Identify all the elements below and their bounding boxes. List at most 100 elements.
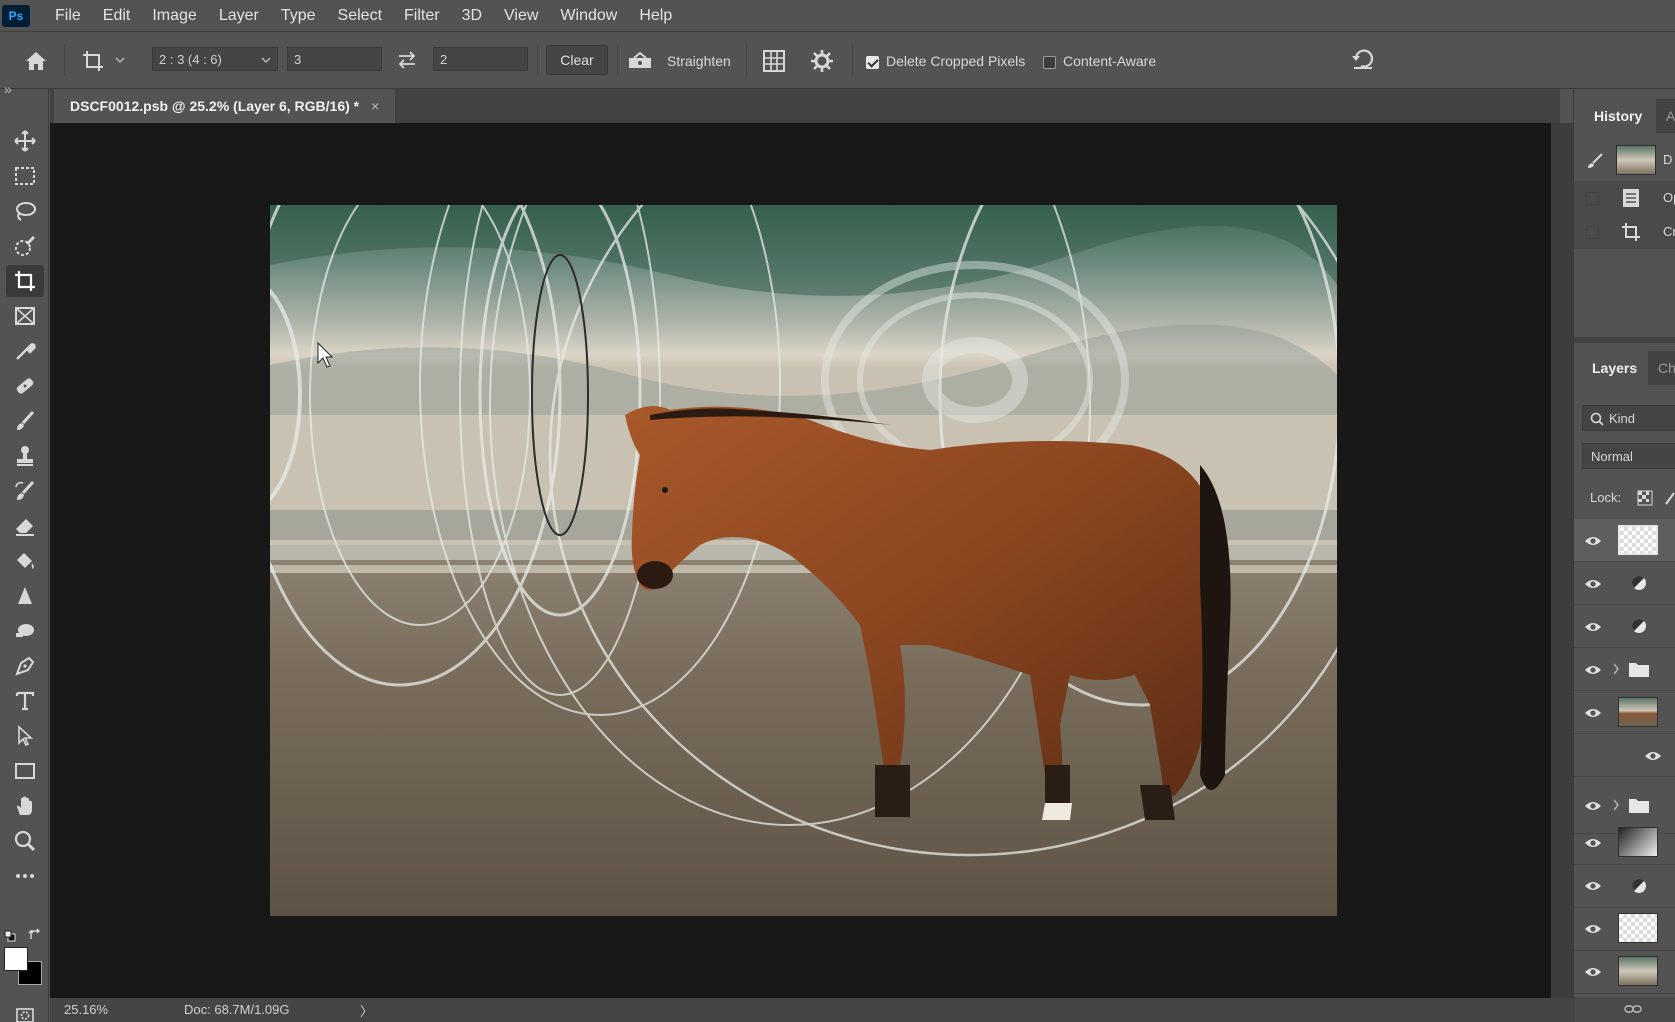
foreground-color-swatch[interactable] <box>4 947 28 971</box>
layer-row[interactable] <box>1574 951 1675 994</box>
adjustment-layer-icon <box>1632 879 1646 893</box>
menu-3d[interactable]: 3D <box>451 0 493 31</box>
crop-tool-preset-icon[interactable] <box>78 46 108 76</box>
layer-row[interactable] <box>1574 648 1675 691</box>
layer-row[interactable] <box>1574 734 1675 777</box>
more-tools-icon[interactable] <box>6 860 44 892</box>
layer-row[interactable] <box>1574 908 1675 951</box>
lock-transparency-icon[interactable] <box>1637 490 1653 506</box>
chevron-down-icon[interactable] <box>114 52 126 68</box>
menu-filter[interactable]: Filter <box>393 0 451 31</box>
tab-history-next[interactable]: A <box>1666 108 1675 124</box>
swap-icon[interactable] <box>394 47 420 73</box>
menu-file[interactable]: File <box>44 0 92 31</box>
layer-row[interactable] <box>1574 519 1675 562</box>
link-layers-icon[interactable] <box>1624 1003 1642 1015</box>
menu-window[interactable]: Window <box>549 0 628 31</box>
crop-tool-icon[interactable] <box>6 265 44 297</box>
photoshop-logo: Ps <box>2 4 30 27</box>
blur-tool-icon[interactable] <box>6 580 44 612</box>
tab-history[interactable]: History <box>1594 108 1642 124</box>
quick-selection-tool-icon[interactable] <box>6 230 44 262</box>
ratio-width-input[interactable]: 3 <box>287 47 382 71</box>
vertical-scrollbar[interactable] <box>1551 123 1573 998</box>
eye-icon[interactable] <box>1584 663 1602 677</box>
history-item[interactable]: Op <box>1574 181 1675 215</box>
eye-icon[interactable] <box>1584 620 1602 634</box>
eye-icon[interactable] <box>1584 922 1602 936</box>
straighten-label[interactable]: Straighten <box>667 51 731 71</box>
history-brush-tool-icon[interactable] <box>6 475 44 507</box>
default-colors-icon[interactable] <box>4 929 16 942</box>
status-menu-arrow[interactable]: 〉 <box>360 1001 373 1020</box>
menu-image[interactable]: Image <box>141 0 207 31</box>
healing-brush-tool-icon[interactable] <box>6 370 44 402</box>
paint-bucket-tool-icon[interactable] <box>6 545 44 577</box>
pen-tool-icon[interactable] <box>6 650 44 682</box>
eyedropper-tool-icon[interactable] <box>6 335 44 367</box>
menu-help[interactable]: Help <box>628 0 683 31</box>
canvas-image[interactable] <box>270 205 1337 916</box>
history-item[interactable]: D <box>1574 143 1675 177</box>
frame-tool-icon[interactable] <box>6 300 44 332</box>
document-tab[interactable]: DSCF0012.psb @ 25.2% (Layer 6, RGB/16) *… <box>54 89 396 123</box>
layer-row[interactable] <box>1574 822 1675 865</box>
collapse-toolbar-icon[interactable]: » <box>4 81 12 97</box>
layer-row[interactable] <box>1574 865 1675 908</box>
tab-channels[interactable]: Ch <box>1658 360 1675 376</box>
swap-colors-icon[interactable] <box>28 927 42 941</box>
history-item[interactable]: Cr <box>1574 215 1675 249</box>
content-aware-checkbox[interactable] <box>1043 56 1056 69</box>
history-source-box[interactable] <box>1586 226 1599 239</box>
eye-icon[interactable] <box>1584 577 1602 591</box>
eye-icon[interactable] <box>1584 879 1602 893</box>
zoom-tool-icon[interactable] <box>6 825 44 857</box>
eye-icon[interactable] <box>1584 799 1602 813</box>
menu-select[interactable]: Select <box>327 0 393 31</box>
clear-button[interactable]: Clear <box>546 45 608 75</box>
ratio-preset-dropdown[interactable]: 2 : 3 (4 : 6) <box>152 47 278 71</box>
lock-pixels-icon[interactable] <box>1664 490 1675 506</box>
eye-icon[interactable] <box>1644 749 1662 763</box>
ratio-height-input[interactable]: 2 <box>433 47 528 71</box>
zoom-level[interactable]: 25.16% <box>64 1002 108 1017</box>
content-aware-label[interactable]: Content-Aware <box>1063 51 1156 71</box>
eye-icon[interactable] <box>1584 965 1602 979</box>
eye-icon[interactable] <box>1584 706 1602 720</box>
chevron-right-icon[interactable] <box>1612 663 1620 675</box>
clone-stamp-tool-icon[interactable] <box>6 440 44 472</box>
type-tool-icon[interactable] <box>6 685 44 717</box>
layer-row[interactable] <box>1574 562 1675 605</box>
home-icon[interactable] <box>20 46 52 76</box>
history-source-box[interactable] <box>1586 192 1599 205</box>
chevron-right-icon[interactable] <box>1612 799 1620 811</box>
reset-icon[interactable] <box>1348 44 1378 74</box>
overlay-grid-icon[interactable] <box>760 47 788 75</box>
brush-tool-icon[interactable] <box>6 405 44 437</box>
layer-row[interactable] <box>1574 691 1675 734</box>
tab-layers[interactable]: Layers <box>1592 360 1637 376</box>
menu-layer[interactable]: Layer <box>208 0 270 31</box>
path-selection-tool-icon[interactable] <box>6 720 44 752</box>
layer-row[interactable] <box>1574 605 1675 648</box>
menu-view[interactable]: View <box>493 0 549 31</box>
hand-tool-icon[interactable] <box>6 790 44 822</box>
eye-icon[interactable] <box>1584 836 1602 850</box>
rectangle-tool-icon[interactable] <box>6 755 44 787</box>
eraser-tool-icon[interactable] <box>6 510 44 542</box>
lasso-tool-icon[interactable] <box>6 195 44 227</box>
menu-edit[interactable]: Edit <box>92 0 142 31</box>
marquee-tool-icon[interactable] <box>6 160 44 192</box>
move-tool-icon[interactable] <box>6 125 44 157</box>
blend-mode-dropdown[interactable]: Normal <box>1582 443 1675 469</box>
eye-icon[interactable] <box>1584 534 1602 548</box>
straighten-icon[interactable] <box>626 46 654 74</box>
delete-cropped-label[interactable]: Delete Cropped Pixels <box>886 51 1025 71</box>
quick-mask-icon[interactable] <box>6 999 44 1022</box>
close-icon[interactable]: × <box>371 98 379 114</box>
layer-filter-dropdown[interactable]: Kind <box>1582 405 1675 431</box>
menu-type[interactable]: Type <box>270 0 327 31</box>
gear-icon[interactable] <box>808 47 836 75</box>
delete-cropped-checkbox[interactable] <box>866 56 879 69</box>
dodge-tool-icon[interactable] <box>6 615 44 647</box>
